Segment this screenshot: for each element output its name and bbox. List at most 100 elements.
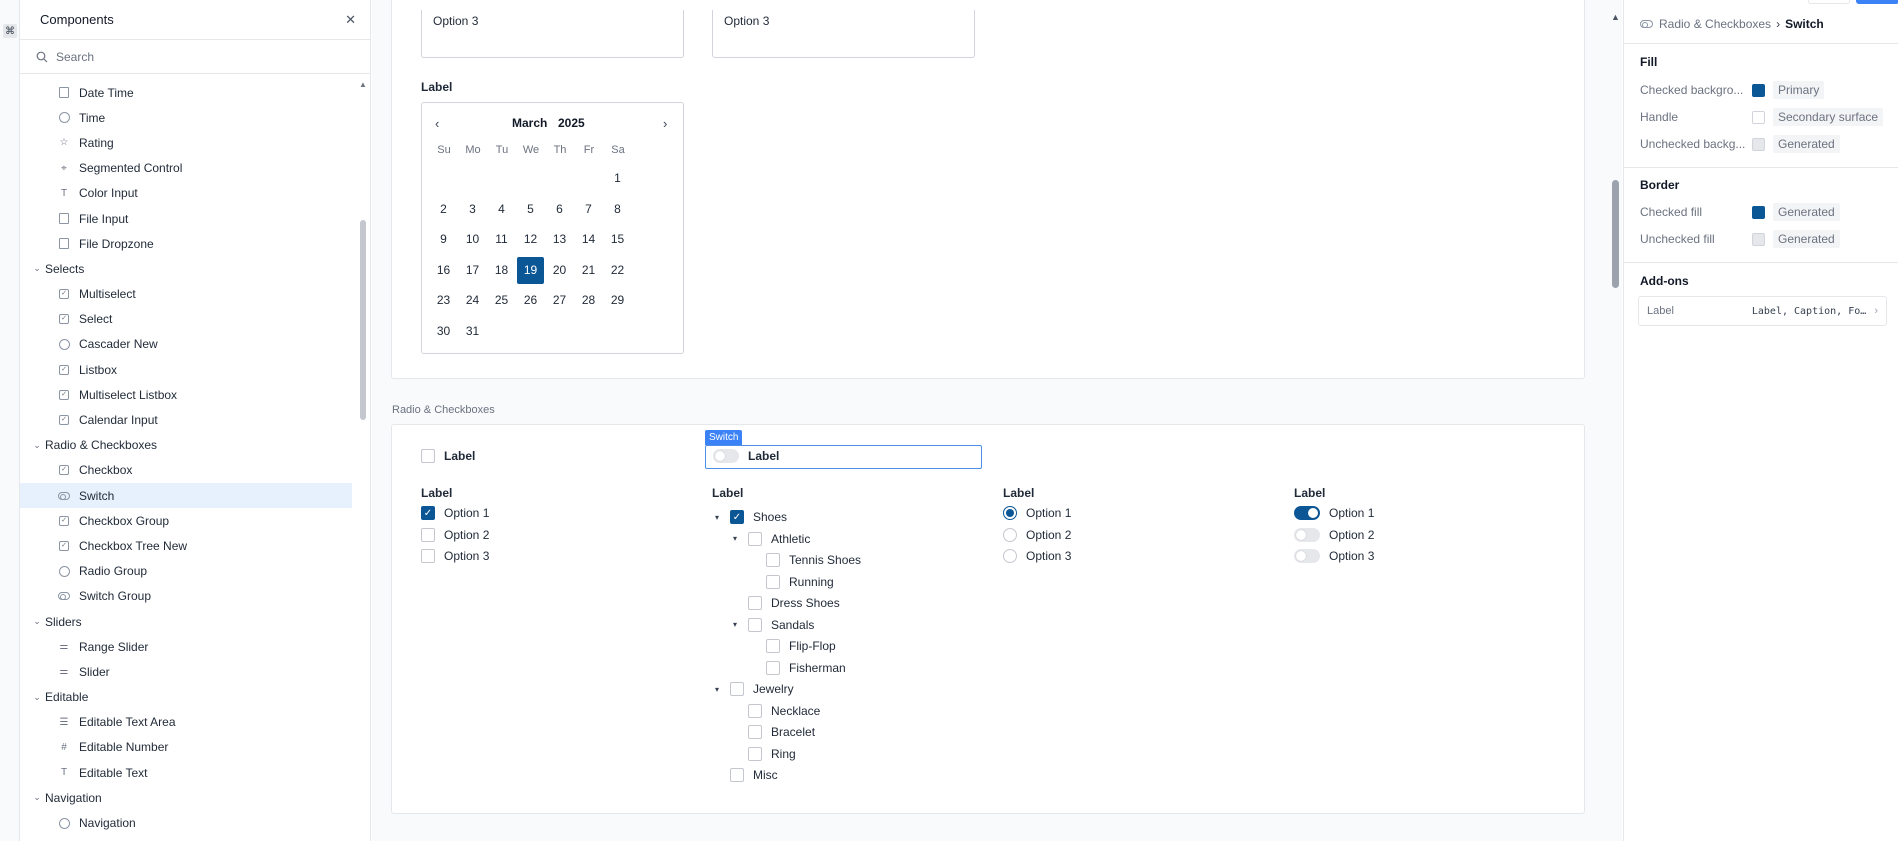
calendar-day[interactable]: 17 [459, 257, 486, 284]
tree-item[interactable]: ✓ Checkbox Tree New [20, 533, 352, 558]
radio-option[interactable]: Option 2 [1003, 527, 1071, 542]
switch-toggle[interactable] [1294, 506, 1320, 520]
calendar-day[interactable]: 16 [430, 257, 457, 284]
tree-item[interactable]: Navigation [20, 810, 352, 835]
tree-node[interactable]: Dress Shoes [730, 596, 840, 610]
tree-item[interactable]: # Editable Number [20, 735, 352, 760]
primary-action-button[interactable] [1856, 0, 1898, 4]
calendar-day[interactable]: 7 [575, 196, 602, 223]
tree-item[interactable]: T Color Input [20, 181, 352, 206]
tree-item[interactable]: ☆ Rating [20, 130, 352, 155]
scroll-up-icon[interactable]: ▲ [1611, 12, 1620, 22]
tree-item[interactable]: ☰ Editable Text Area [20, 710, 352, 735]
scroll-up-icon[interactable]: ▲ [359, 80, 367, 89]
caret-down-icon[interactable]: ▾ [712, 513, 722, 522]
checkbox-box[interactable]: ✓ [421, 506, 435, 520]
tree-item[interactable]: ✓ Checkbox [20, 458, 352, 483]
single-checkbox[interactable]: Label [421, 449, 475, 463]
tree-item[interactable]: ⚌ Range Slider [20, 634, 352, 659]
calendar-day[interactable]: 27 [546, 287, 573, 314]
tree-item[interactable]: ⚌ Slider [20, 659, 352, 684]
checkbox-box[interactable] [421, 527, 435, 542]
calendar-day[interactable]: 20 [546, 257, 573, 284]
switch-toggle[interactable] [1294, 549, 1320, 563]
chevron-down-icon[interactable]: ⌄ [32, 263, 42, 274]
calendar-day[interactable]: 9 [430, 226, 457, 253]
tree-node[interactable]: Running [748, 574, 834, 589]
calendar-month[interactable]: March [512, 116, 547, 130]
chevron-down-icon[interactable]: ⌄ [32, 616, 42, 627]
checkbox-box[interactable] [766, 574, 780, 589]
next-month-icon[interactable]: › [663, 116, 667, 131]
calendar-day[interactable]: 10 [459, 226, 486, 253]
radio-circle[interactable] [1003, 549, 1017, 563]
checkbox-box[interactable] [730, 768, 744, 782]
tree-group[interactable]: ⌄ Radio & Checkboxes [20, 433, 352, 458]
tree-node[interactable]: Flip-Flop [748, 639, 836, 653]
checkbox-box[interactable] [748, 617, 762, 632]
tree-item[interactable]: Switch Group [20, 584, 352, 609]
chevron-down-icon[interactable]: ⌄ [32, 692, 42, 703]
radio-circle[interactable] [1003, 527, 1017, 542]
switch-option[interactable]: Option 3 [1294, 549, 1374, 563]
tree-item[interactable]: Switch [20, 483, 352, 509]
calendar-day[interactable]: 31 [459, 318, 486, 345]
tree-node[interactable]: ▾ Athletic [730, 531, 810, 546]
caret-down-icon[interactable]: ▾ [712, 685, 722, 694]
switch-option[interactable]: Option 1 [1294, 506, 1374, 520]
tree-item[interactable]: File Input [20, 206, 352, 231]
checkbox-box[interactable] [748, 596, 762, 610]
calendar-day[interactable]: 5 [517, 196, 544, 223]
color-swatch[interactable] [1752, 205, 1765, 219]
tree-node[interactable]: Bracelet [730, 725, 815, 739]
tree-item[interactable]: ✓ Multiselect Listbox [20, 382, 352, 407]
addon-label-row[interactable]: Label Label, Caption, Fon... › [1638, 296, 1887, 326]
close-icon[interactable]: ✕ [345, 12, 356, 28]
tree-item[interactable]: Cascader New [20, 332, 352, 357]
scrollbar-thumb[interactable] [360, 220, 366, 420]
prev-month-icon[interactable]: ‹ [435, 116, 439, 131]
checkbox-box[interactable] [748, 531, 762, 546]
tree-item[interactable]: Radio Group [20, 559, 352, 584]
calendar-day[interactable]: 3 [459, 196, 486, 223]
calendar-day[interactable]: 24 [459, 287, 486, 314]
tree-item[interactable]: ✓ Listbox [20, 357, 352, 382]
property-row[interactable]: Handle Secondary surface [1640, 108, 1884, 126]
checkbox-box[interactable] [748, 725, 762, 739]
radio-option[interactable]: Option 1 [1003, 506, 1071, 520]
property-row[interactable]: Unchecked fill Generated [1640, 230, 1840, 248]
tree-node[interactable]: Tennis Shoes [748, 553, 861, 567]
calendar-day[interactable]: 29 [604, 287, 631, 314]
tree-node[interactable]: Misc [712, 768, 778, 782]
scrollbar-thumb[interactable] [1612, 180, 1619, 288]
dropdown-option[interactable]: Option 3 [421, 10, 684, 58]
checkbox-box[interactable] [748, 703, 762, 718]
tree-item[interactable]: ✓ Calendar Input [20, 407, 352, 432]
checkbox-option[interactable]: Option 2 [421, 527, 489, 542]
calendar-year[interactable]: 2025 [558, 116, 585, 130]
color-swatch[interactable] [1752, 110, 1765, 124]
dropdown-option[interactable]: Option 3 [712, 10, 975, 58]
tree-group[interactable]: ⌄ Editable [20, 685, 352, 710]
calendar-day[interactable]: 25 [488, 287, 515, 314]
checkbox-box[interactable] [748, 746, 762, 761]
chevron-down-icon[interactable]: ⌄ [32, 792, 42, 803]
tree-item[interactable]: File Dropzone [20, 231, 352, 256]
calendar-day[interactable]: 23 [430, 287, 457, 314]
components-scrollbar[interactable]: ▲ [359, 80, 367, 420]
checkbox-box[interactable] [421, 549, 435, 563]
radio-circle[interactable] [1003, 506, 1017, 520]
radio-option[interactable]: Option 3 [1003, 549, 1071, 563]
single-switch[interactable]: Label [713, 449, 779, 463]
caret-down-icon[interactable]: ▾ [730, 534, 740, 543]
checkbox-box[interactable] [421, 449, 435, 463]
property-row[interactable]: Checked backgro... Primary [1640, 81, 1825, 99]
breadcrumb-parent[interactable]: Radio & Checkboxes [1659, 17, 1771, 31]
search-input[interactable] [56, 49, 336, 64]
property-row[interactable]: Checked fill Generated [1640, 203, 1840, 221]
calendar-day[interactable]: 6 [546, 196, 573, 223]
tree-node[interactable]: Ring [730, 746, 796, 761]
tree-item[interactable]: Date Time [20, 80, 352, 105]
tree-group[interactable]: ⌄ Selects [20, 256, 352, 281]
canvas-scrollbar[interactable]: ▲ [1611, 12, 1620, 292]
